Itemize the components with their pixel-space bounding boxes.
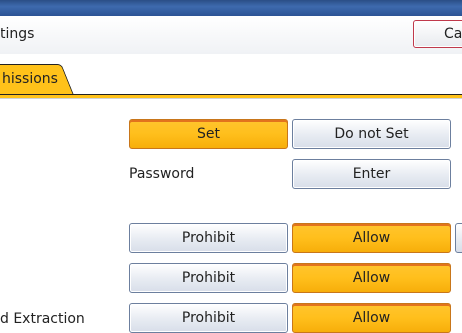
page-title: tings [0,26,35,42]
password-label: Password [129,166,195,182]
tab-permissions-label: hissions [2,71,58,87]
offscreen-button-edge[interactable] [455,223,462,253]
text-extraction-label: d Extraction [0,311,85,327]
allow-button-1[interactable]: Allow [292,223,451,253]
prohibit-button-2[interactable]: Prohibit [129,263,288,293]
set-button[interactable]: Set [129,119,288,149]
title-bar [0,16,462,55]
prohibit-button-1[interactable]: Prohibit [129,223,288,253]
allow-button-3[interactable]: Allow [292,303,451,333]
prohibit-button-3[interactable]: Prohibit [129,303,288,333]
password-enter-button[interactable]: Enter [292,159,451,189]
allow-button-2[interactable]: Allow [292,263,451,293]
top-header-bar [0,0,462,16]
do-not-set-button[interactable]: Do not Set [292,119,451,149]
cancel-button[interactable]: Car [413,20,462,48]
content-divider [0,98,462,99]
